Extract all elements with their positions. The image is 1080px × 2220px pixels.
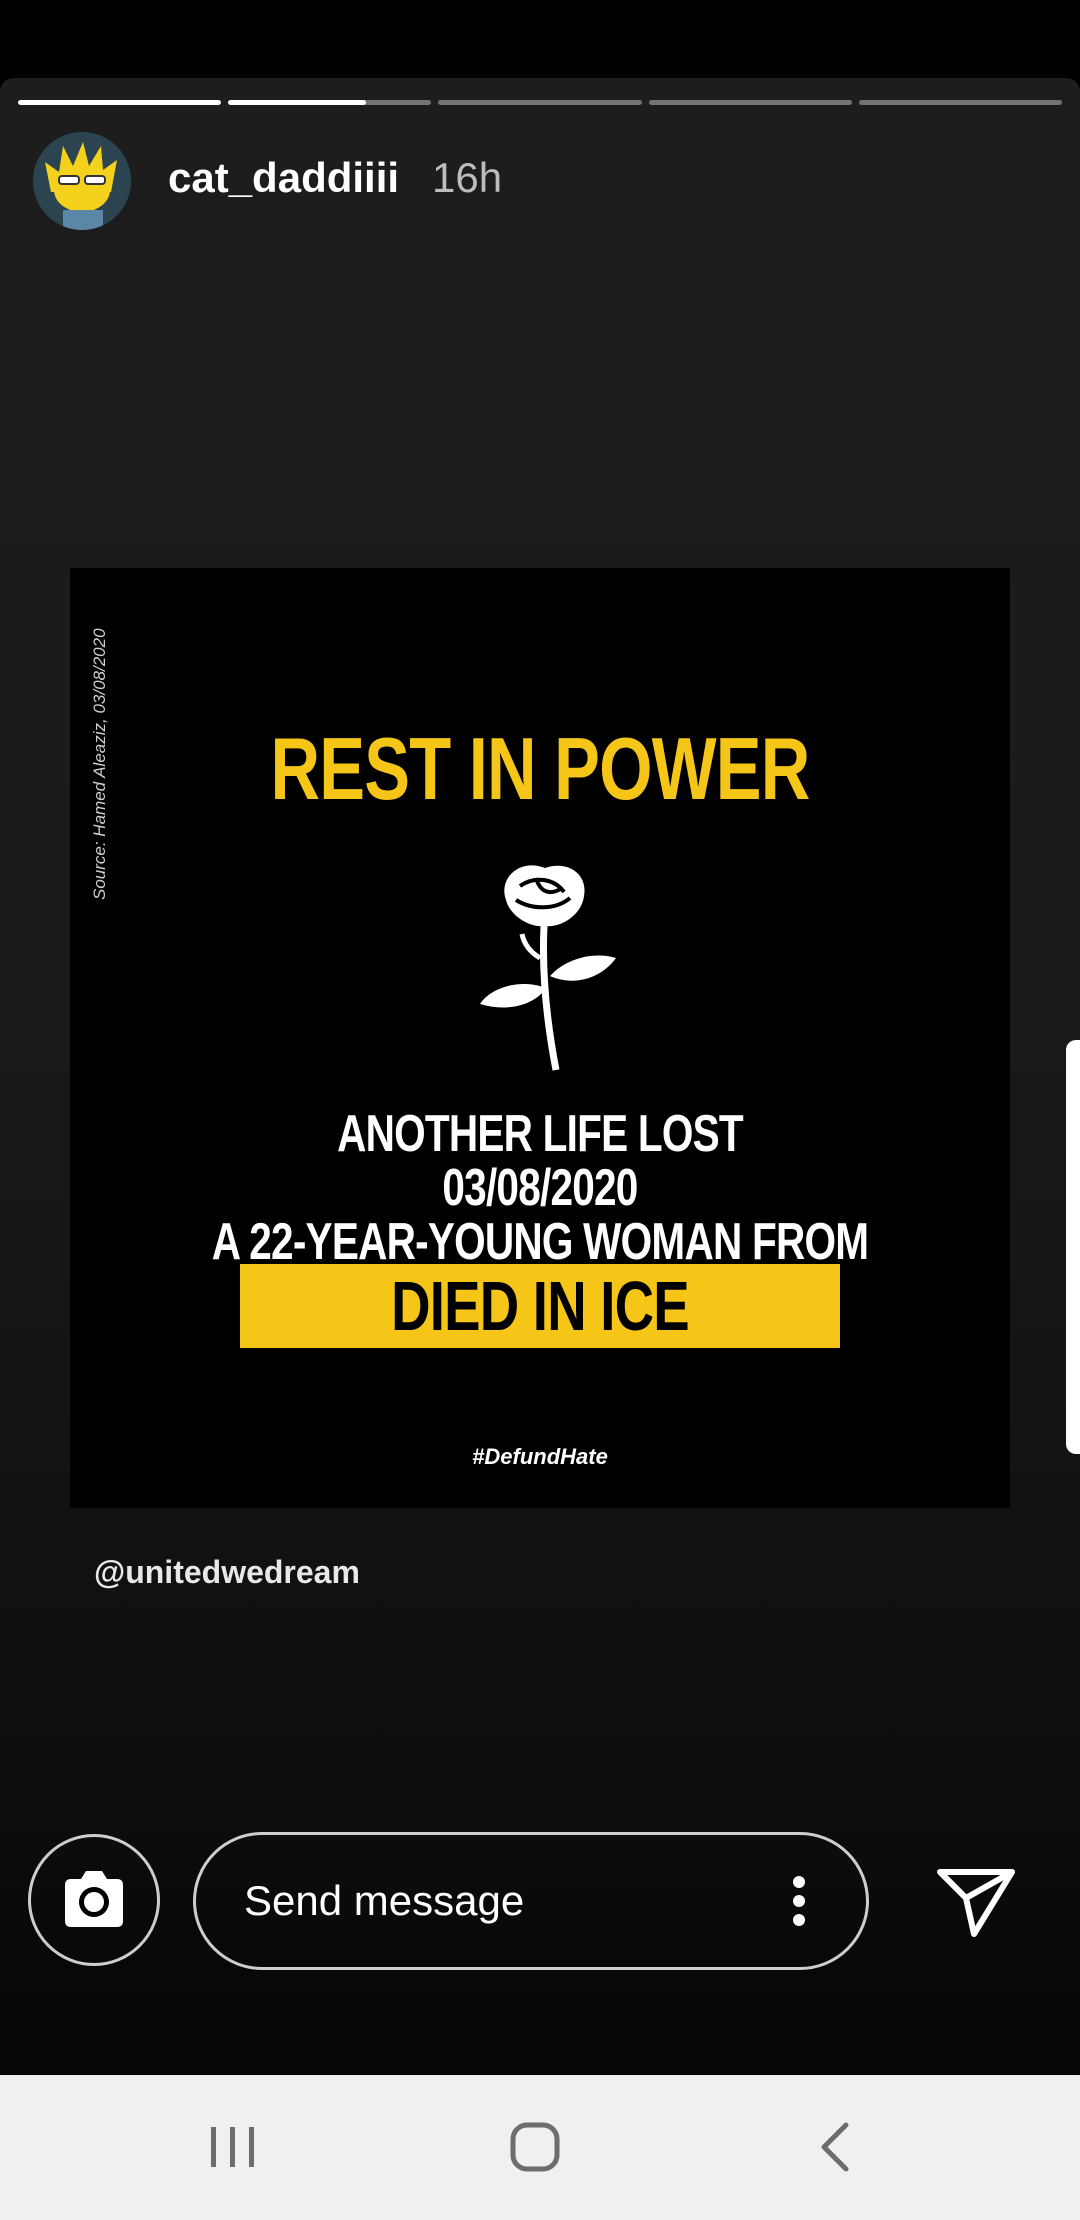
post-line-1: ANOTHER LIFE LOST bbox=[337, 1105, 744, 1163]
post-banner-text: DIED IN ICE CUSTODY bbox=[391, 1267, 690, 1429]
post-banner: DIED IN ICE CUSTODY bbox=[240, 1264, 840, 1429]
back-icon[interactable] bbox=[808, 2117, 868, 2177]
post-source-credit: Source: Hamed Aleaziz, 03/08/2020 bbox=[90, 628, 109, 900]
mention-sticker[interactable]: @unitedwedream bbox=[94, 1554, 360, 1591]
post-line-2: 03/08/2020 bbox=[442, 1159, 638, 1217]
side-panel-handle[interactable] bbox=[1066, 1040, 1080, 1454]
more-vertical-icon[interactable] bbox=[792, 1875, 806, 1927]
avatar[interactable] bbox=[33, 132, 131, 230]
send-message-placeholder: Send message bbox=[244, 1877, 525, 1924]
recents-icon[interactable] bbox=[203, 2117, 263, 2177]
post-headline: REST IN POWER bbox=[270, 719, 810, 818]
progress-segment bbox=[438, 100, 642, 105]
progress-fill bbox=[18, 100, 222, 105]
progress-segment bbox=[228, 100, 432, 105]
send-icon[interactable] bbox=[936, 1866, 1016, 1938]
camera-button[interactable] bbox=[28, 1834, 160, 1966]
rose-icon bbox=[480, 865, 616, 1071]
post-hashtag: #DefundHate bbox=[472, 1444, 608, 1469]
story-timestamp: 16h bbox=[432, 154, 503, 201]
story-username[interactable]: cat_daddiiii bbox=[168, 154, 399, 202]
send-message-input[interactable]: Send message bbox=[193, 1832, 869, 1970]
story-post-image: REST IN POWER ANOTHER LIFE LOST 03/08/20… bbox=[70, 568, 1010, 1508]
progress-segment bbox=[858, 100, 1063, 105]
home-icon[interactable] bbox=[505, 2117, 565, 2177]
progress-segment bbox=[648, 100, 852, 105]
system-navigation-bar bbox=[0, 2075, 1080, 2220]
story-progress-bar bbox=[18, 100, 1063, 105]
avatar-image bbox=[33, 132, 131, 230]
progress-fill bbox=[228, 100, 367, 105]
progress-segment bbox=[18, 100, 222, 105]
camera-icon bbox=[65, 1871, 123, 1927]
